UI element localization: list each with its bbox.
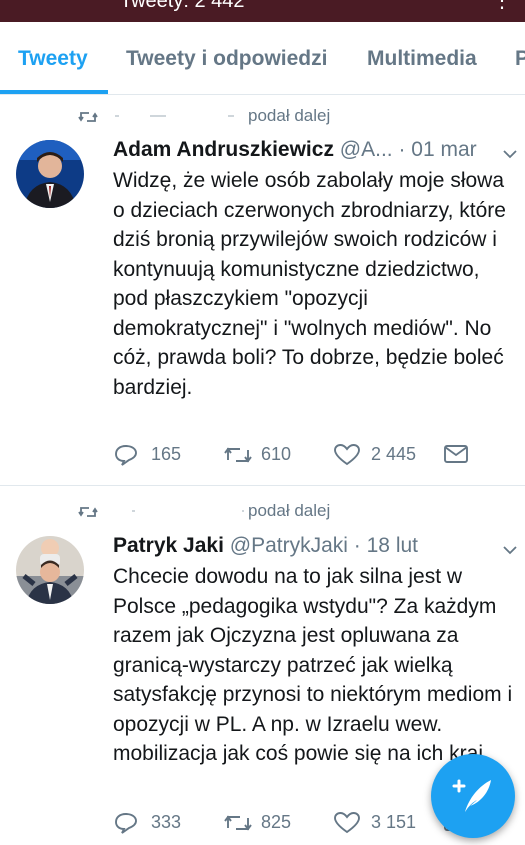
tweet-date[interactable]: · 01 mar [398, 138, 476, 161]
tweet-text: Chcecie dowodu na to jak silna jest w Po… [113, 565, 513, 765]
redacted-name [132, 510, 135, 512]
tab-polubienia[interactable]: P [515, 47, 525, 71]
reply-icon [115, 813, 137, 834]
tweet-header: Adam Andruszkiewicz @A... · 01 mar [113, 138, 477, 162]
retweet-context: podał dalej [0, 103, 525, 129]
like-count: 2 445 [371, 444, 417, 464]
compose-icon [452, 779, 491, 812]
retweet-icon [224, 447, 252, 463]
tweet-actions: 333 825 3 151 [113, 809, 473, 839]
retweet-icon [224, 815, 252, 831]
avatar[interactable] [16, 536, 84, 604]
redacted-name [115, 115, 119, 117]
author-name[interactable]: Adam Andruszkiewicz [113, 138, 334, 161]
like-count: 3 151 [371, 812, 417, 832]
reply-count: 333 [151, 812, 182, 832]
profile-tabs: Tweety Tweety i odpowiedzi Multimedia P [0, 22, 525, 95]
tab-tweety[interactable]: Tweety [18, 47, 88, 71]
retweet-icon [78, 112, 98, 122]
tweet-text: Widzę, że wiele osób zabolały moje słowa… [113, 169, 506, 399]
retweet-label: podał dalej [248, 501, 331, 520]
avatar-image [16, 140, 84, 208]
overflow-icon[interactable]: ⋮ [492, 0, 512, 13]
retweet-label: podał dalej [248, 106, 331, 125]
retweet-icon [78, 507, 98, 517]
caret-down-icon[interactable] [502, 149, 518, 159]
redacted-name [150, 115, 166, 117]
status-bar: Tweety: 2 442 ⋮ [0, 0, 525, 22]
retweet-context: podał dalej [0, 498, 525, 524]
caret-down-icon[interactable] [502, 545, 518, 555]
tab-multimedia[interactable]: Multimedia [367, 47, 477, 71]
author-handle[interactable]: @A... [340, 138, 393, 161]
avatar-image [16, 536, 84, 604]
tweet-card[interactable]: podał dalej Adam Andruszkiewicz @A... · … [0, 95, 525, 486]
tweet-header: Patryk Jaki @PatrykJaki · 18 lut [113, 534, 418, 558]
dm-icon [444, 445, 468, 463]
like-icon [334, 444, 360, 466]
status-bar-title: Tweety: 2 442 [120, 0, 245, 12]
retweet-count: 825 [261, 812, 292, 832]
redacted-name [228, 115, 234, 117]
reply-icon [115, 445, 137, 466]
author-name[interactable]: Patryk Jaki [113, 534, 224, 557]
active-tab-indicator [0, 90, 108, 94]
tweet-actions: 165 610 2 445 [113, 441, 473, 471]
compose-tweet-button[interactable] [431, 754, 515, 838]
redacted-name [242, 510, 244, 512]
tab-tweety-i-odpowiedzi[interactable]: Tweety i odpowiedzi [126, 47, 327, 71]
reply-count: 165 [151, 444, 182, 464]
tweet-date[interactable]: · 18 lut [354, 534, 418, 557]
avatar[interactable] [16, 140, 84, 208]
author-handle[interactable]: @PatrykJaki [230, 534, 348, 557]
retweet-count: 610 [261, 444, 292, 464]
like-icon [334, 812, 360, 834]
